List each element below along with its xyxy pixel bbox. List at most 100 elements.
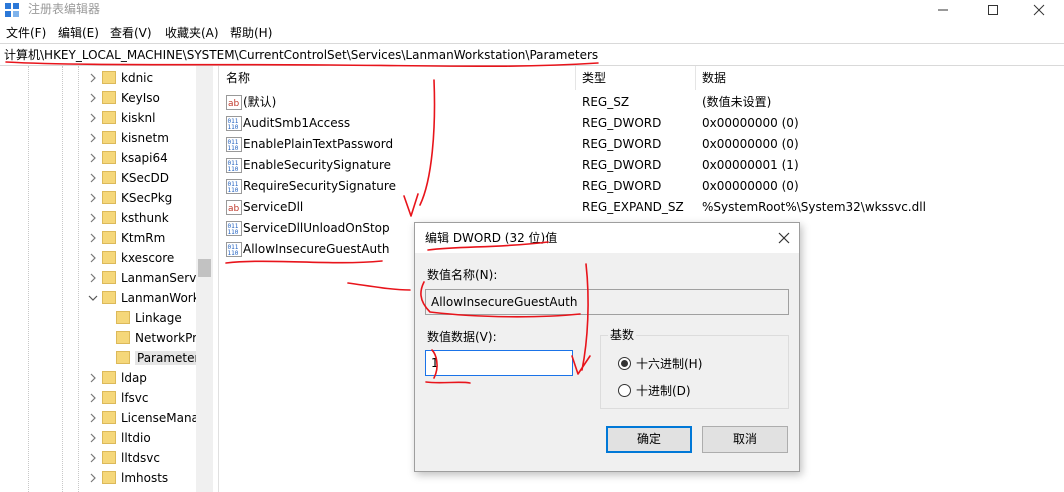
- key-tree[interactable]: kdnic KeyIso kisknl kisnetm ksapi64 KSecDD KSe…: [0, 66, 213, 492]
- menu-view[interactable]: 查看(V): [110, 26, 152, 40]
- chevron-right-icon[interactable]: [88, 193, 98, 203]
- tree-item-label: KtmRm: [121, 231, 166, 245]
- folder-icon: [116, 331, 130, 344]
- list-row[interactable]: ab ServiceDll REG_EXPAND_SZ %SystemRoot%\Sy…: [220, 197, 1064, 218]
- value-data-input[interactable]: 1: [425, 350, 573, 376]
- maximize-button[interactable]: [970, 0, 1016, 22]
- tree-item-label: ksapi64: [121, 151, 168, 165]
- chevron-right-icon[interactable]: [88, 473, 98, 483]
- string-value-icon: ab: [226, 95, 242, 110]
- menu-edit[interactable]: 编辑(E): [58, 26, 99, 40]
- folder-icon: [116, 311, 130, 324]
- tree-item-label: KSecDD: [121, 171, 169, 185]
- tree-guide-line: [62, 66, 63, 492]
- svg-text:110: 110: [228, 124, 239, 131]
- binary-value-icon: 011110: [226, 179, 242, 194]
- tree-item-label: ldap: [121, 371, 147, 385]
- list-row[interactable]: 011 110 EnableSecuritySignature REG_DWORD 0x…: [220, 155, 1064, 176]
- column-header-type[interactable]: 类型: [576, 66, 696, 90]
- value-name-field: AllowInsecureGuestAuth: [425, 289, 789, 315]
- minimize-button[interactable]: [920, 0, 966, 22]
- address-bar[interactable]: 计算机\HKEY_LOCAL_MACHINE\SYSTEM\CurrentCon…: [0, 43, 1064, 66]
- value-name: ServiceDll: [243, 200, 304, 214]
- ok-button[interactable]: 确定: [606, 426, 692, 453]
- value-name: AuditSmb1Access: [243, 116, 351, 130]
- folder-icon: [102, 171, 116, 184]
- folder-icon: [102, 451, 116, 464]
- column-header-data[interactable]: 数据: [696, 66, 1064, 90]
- tree-item-label: LanmanServe: [121, 271, 204, 285]
- chevron-right-icon[interactable]: [88, 253, 98, 263]
- close-icon: [1033, 4, 1045, 16]
- binary-value-icon: 011110: [226, 158, 242, 173]
- tree-guide-line: [28, 66, 29, 492]
- binary-value-icon: 011110: [226, 137, 242, 152]
- tree-item-label: KSecPkg: [121, 191, 173, 205]
- chevron-right-icon[interactable]: [88, 393, 98, 403]
- tree-item-label: KeyIso: [121, 91, 160, 105]
- folder-icon: [102, 211, 116, 224]
- value-name: ServiceDllUnloadOnStop: [243, 221, 390, 235]
- radio-decimal-label[interactable]: 十进制(D): [636, 384, 691, 398]
- chevron-right-icon[interactable]: [88, 453, 98, 463]
- folder-icon: [102, 411, 116, 424]
- tree-guide-line: [78, 66, 79, 492]
- column-header-name[interactable]: 名称: [220, 66, 576, 90]
- folder-icon: [102, 151, 116, 164]
- radio-hexadecimal[interactable]: [618, 357, 631, 370]
- list-row[interactable]: 011 110 AuditSmb1Access REG_DWORD 0x00000000…: [220, 113, 1064, 134]
- cancel-button[interactable]: 取消: [702, 426, 788, 453]
- chevron-right-icon[interactable]: [88, 113, 98, 123]
- title-bar: 注册表编辑器: [0, 0, 1064, 22]
- svg-text:110: 110: [228, 166, 239, 173]
- close-button[interactable]: [1016, 0, 1062, 22]
- value-data: (数值未设置): [702, 95, 772, 109]
- address-path[interactable]: 计算机\HKEY_LOCAL_MACHINE\SYSTEM\CurrentCon…: [4, 48, 598, 62]
- chevron-right-icon[interactable]: [88, 373, 98, 383]
- folder-icon: [102, 111, 116, 124]
- value-name: RequireSecuritySignature: [243, 179, 396, 193]
- chevron-right-icon[interactable]: [88, 73, 98, 83]
- radio-decimal[interactable]: [618, 384, 631, 397]
- value-type: REG_DWORD: [582, 158, 662, 172]
- base-groupbox: [600, 335, 789, 409]
- list-row[interactable]: 011 110 RequireSecuritySignature REG_DWORD 0…: [220, 176, 1064, 197]
- value-type: REG_DWORD: [582, 179, 662, 193]
- minimize-icon: [938, 9, 948, 11]
- menu-help[interactable]: 帮助(H): [230, 26, 272, 40]
- folder-icon: [102, 251, 116, 264]
- binary-value-icon: 011110: [226, 221, 242, 236]
- tree-scrollbar[interactable]: [196, 66, 213, 492]
- chevron-right-icon[interactable]: [88, 133, 98, 143]
- svg-text:ab: ab: [228, 99, 240, 109]
- pane-splitter[interactable]: [218, 66, 219, 492]
- chevron-right-icon[interactable]: [88, 433, 98, 443]
- folder-icon: [102, 431, 116, 444]
- chevron-right-icon[interactable]: [88, 233, 98, 243]
- chevron-right-icon[interactable]: [88, 213, 98, 223]
- tree-item-label: lltdio: [121, 431, 151, 445]
- tree-item-label: Parameter: [135, 351, 202, 365]
- folder-icon: [102, 371, 116, 384]
- chevron-right-icon[interactable]: [88, 173, 98, 183]
- menu-file[interactable]: 文件(F): [6, 26, 46, 40]
- regedit-icon: [5, 3, 19, 17]
- radio-hexadecimal-label[interactable]: 十六进制(H): [636, 357, 702, 371]
- value-data: 0x00000000 (0): [702, 116, 799, 130]
- value-data: 0x00000000 (0): [702, 137, 799, 151]
- tree-item-label: LanmanWork: [121, 291, 200, 305]
- chevron-right-icon[interactable]: [88, 413, 98, 423]
- tree-item-label: LicenseMana: [121, 411, 199, 425]
- chevron-down-icon[interactable]: [88, 293, 98, 303]
- svg-text:110: 110: [228, 250, 239, 257]
- chevron-right-icon[interactable]: [88, 273, 98, 283]
- close-icon[interactable]: [777, 231, 791, 245]
- chevron-right-icon[interactable]: [88, 93, 98, 103]
- tree-scrollbar-thumb[interactable]: [198, 259, 211, 277]
- menu-favorites[interactable]: 收藏夹(A): [165, 26, 219, 40]
- folder-icon: [102, 231, 116, 244]
- list-row[interactable]: ab (默认) REG_SZ (数值未设置): [220, 92, 1064, 113]
- dialog-title-bar: 编辑 DWORD (32 位)值: [415, 223, 799, 253]
- list-row[interactable]: 011 110 EnablePlainTextPassword REG_DWORD 0x…: [220, 134, 1064, 155]
- chevron-right-icon[interactable]: [88, 153, 98, 163]
